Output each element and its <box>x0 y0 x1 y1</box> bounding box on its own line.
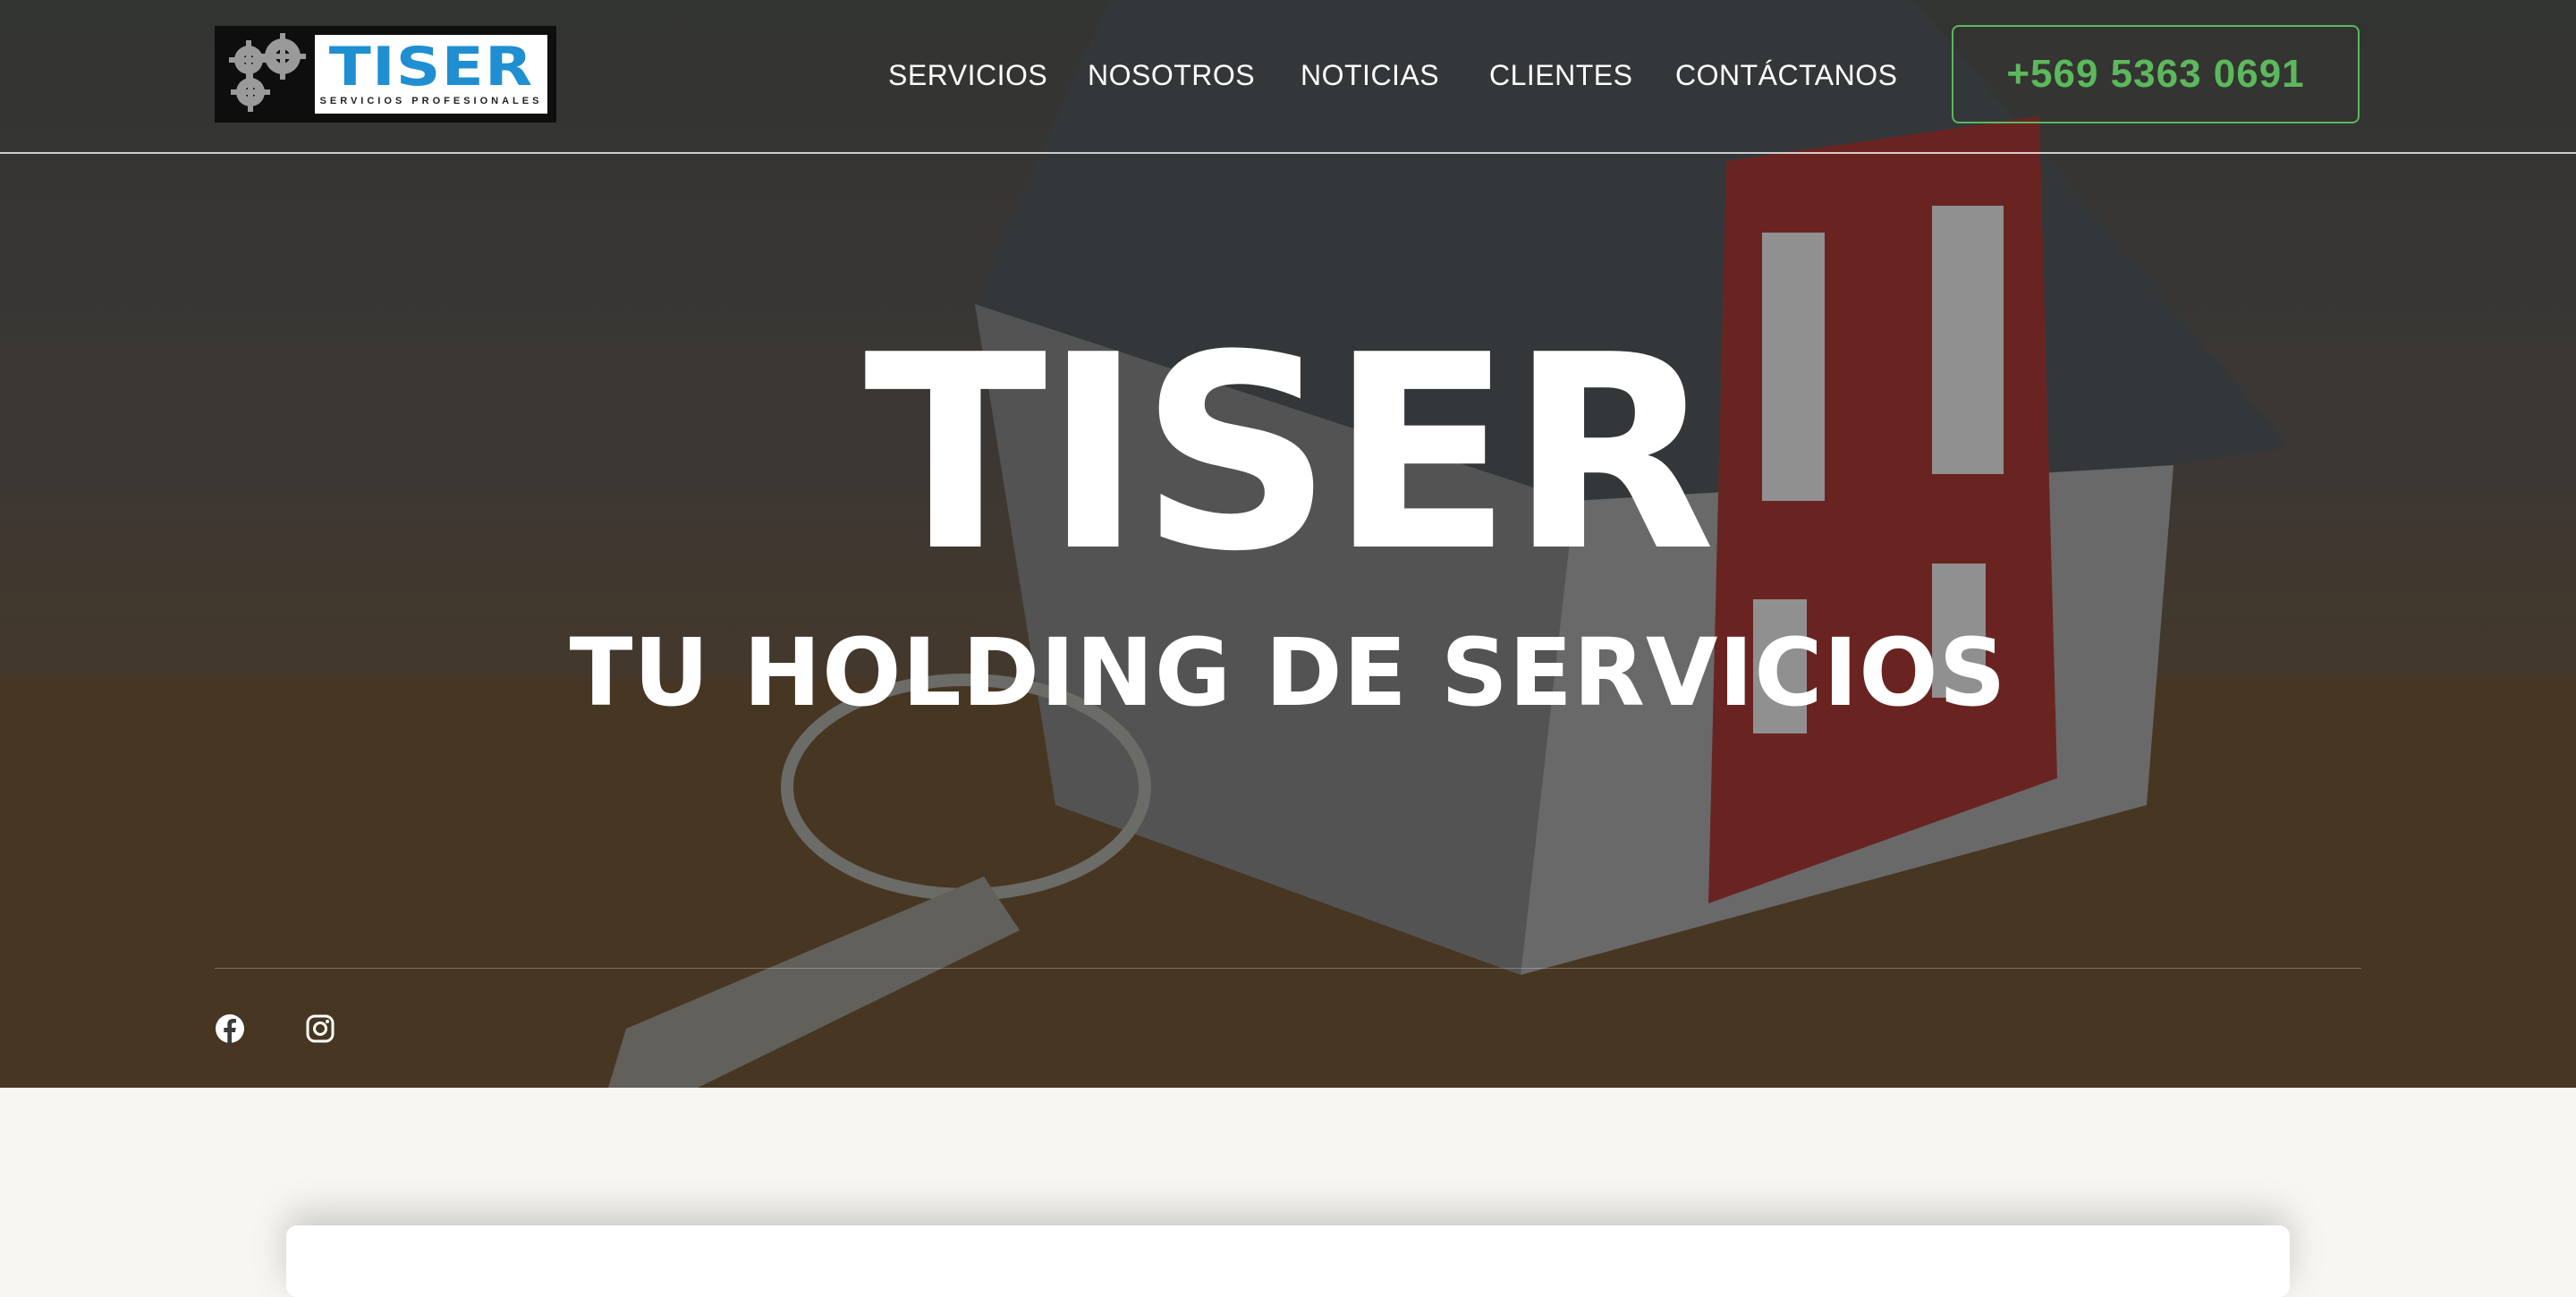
logo-tagline: SERVICIOS PROFESIONALES <box>319 96 543 106</box>
instagram-icon[interactable] <box>305 1013 335 1044</box>
facebook-icon[interactable] <box>215 1013 245 1044</box>
nav-item-nosotros[interactable]: NOSOTROS <box>1088 55 1255 95</box>
logo-wordmark: TISER <box>328 36 534 98</box>
nav-item-servicios[interactable]: SERVICIOS <box>888 55 1047 95</box>
content-card <box>286 1225 2290 1297</box>
hero-title: TISER <box>863 298 1716 610</box>
logo[interactable]: TISER SERVICIOS PROFESIONALES <box>215 26 556 123</box>
nav-item-clientes[interactable]: CLIENTES <box>1489 55 1632 95</box>
nav-item-noticias[interactable]: NOTICIAS <box>1301 55 1439 95</box>
hero-section: TISER SERVICIOS PROFESIONALES SERVICIOS … <box>0 0 2576 1088</box>
logo-panel: TISER SERVICIOS PROFESIONALES <box>315 35 547 114</box>
nav-item-contactanos[interactable]: CONTÁCTANOS <box>1675 55 1897 95</box>
hero-divider <box>215 968 2361 969</box>
phone-button[interactable]: +569 5363 0691 <box>1952 25 2360 123</box>
site-header: TISER SERVICIOS PROFESIONALES SERVICIOS … <box>0 0 2576 154</box>
hero-subtitle: TU HOLDING DE SERVICIOS <box>569 618 2007 727</box>
